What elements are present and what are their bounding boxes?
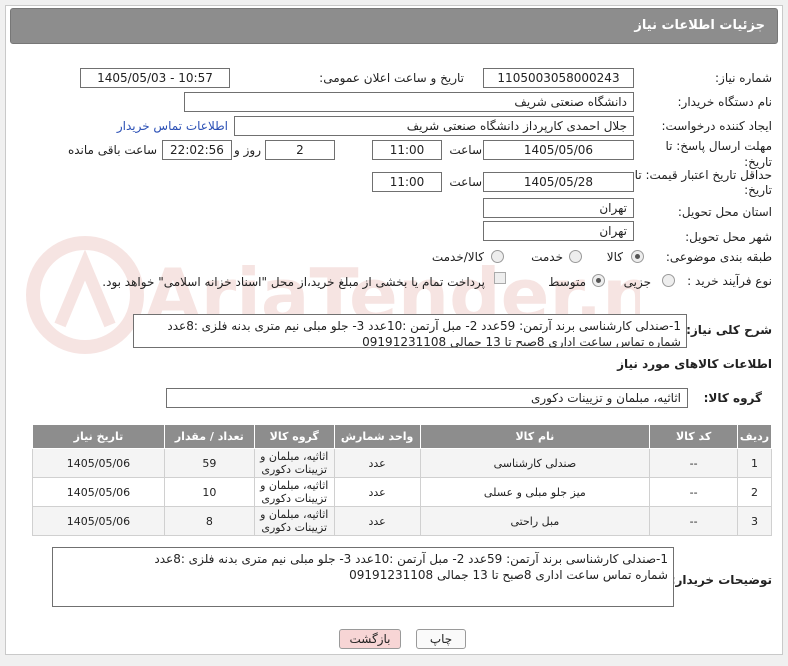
process-label: نوع فرآیند خرید : bbox=[687, 274, 772, 288]
validity-time-field[interactable]: 11:00 bbox=[372, 172, 442, 192]
table-row[interactable]: 3 -- مبل راحتی عدد اثاثیه، مبلمان و تزیی… bbox=[32, 506, 772, 536]
city-field[interactable]: تهران bbox=[483, 221, 634, 241]
category-radio-service[interactable] bbox=[569, 250, 582, 263]
remaining-label: ساعت باقی مانده bbox=[67, 143, 157, 157]
buyer-org-field[interactable]: دانشگاه صنعتی شریف bbox=[184, 92, 634, 112]
province-label: استان محل تحویل: bbox=[677, 205, 772, 219]
cell-date: 1405/05/06 bbox=[32, 506, 165, 536]
goods-section-title: اطلاعات کالاهای مورد نیاز bbox=[617, 357, 772, 371]
cell-row-number: 1 bbox=[737, 448, 772, 478]
category-option-service: خدمت bbox=[531, 250, 563, 264]
col-header-name: نام کالا bbox=[419, 424, 651, 449]
cell-row-number: 2 bbox=[737, 477, 772, 507]
category-label: طبقه بندی موضوعی: bbox=[665, 250, 772, 264]
col-header-group: گروه کالا bbox=[253, 424, 335, 449]
days-field[interactable]: 2 bbox=[265, 140, 335, 160]
validity-label: حداقل تاریخ اعتبار قیمت: تا تاریخ: bbox=[634, 168, 772, 197]
announce-label: تاریخ و ساعت اعلان عمومی: bbox=[319, 71, 464, 85]
announce-field[interactable]: 1405/05/03 - 10:57 bbox=[80, 68, 230, 88]
buyer-notes-line-2: شماره تماس ساعت اداری 8صبح تا 13 جمالی 0… bbox=[349, 568, 668, 582]
contact-info-link[interactable]: اطلاعات تماس خریدار bbox=[117, 119, 228, 133]
col-header-unit: واحد شمارش bbox=[333, 424, 421, 449]
table-header-row: ردیف کد کالا نام کالا واحد شمارش گروه کا… bbox=[32, 424, 772, 449]
process-option-minor: جزیی bbox=[623, 275, 651, 289]
process-option-medium: متوسط bbox=[548, 275, 586, 289]
cell-code: -- bbox=[649, 477, 739, 507]
remaining-time-field[interactable]: 22:02:56 bbox=[162, 140, 232, 160]
goods-group-label: گروه کالا: bbox=[703, 391, 762, 405]
items-table: ردیف کد کالا نام کالا واحد شمارش گروه کا… bbox=[32, 424, 772, 536]
cell-date: 1405/05/06 bbox=[32, 448, 165, 478]
page-title: جزئیات اطلاعات نیاز bbox=[634, 18, 765, 33]
cell-group: اثاثیه، مبلمان و تزیینات دکوری bbox=[253, 448, 335, 478]
description-label: شرح کلی نیاز: bbox=[686, 323, 772, 337]
buyer-notes-label: توضیحات خریدار: bbox=[670, 573, 772, 587]
buyer-notes-line-1: 1-صندلی کارشناسی برند آرتمن: 59عدد 2- مب… bbox=[154, 552, 668, 566]
days-label: روز و bbox=[234, 143, 261, 157]
cell-quantity: 10 bbox=[163, 477, 255, 507]
cell-unit: عدد bbox=[333, 477, 421, 507]
need-number-label: شماره نیاز: bbox=[715, 71, 772, 85]
cell-code: -- bbox=[649, 506, 739, 536]
cell-code: -- bbox=[649, 448, 739, 478]
cell-quantity: 59 bbox=[163, 448, 255, 478]
cell-name: مبل راحتی bbox=[419, 506, 651, 536]
cell-row-number: 3 bbox=[737, 506, 772, 536]
description-textarea[interactable]: 1-صندلی کارشناسی برند آرتمن: 59عدد 2- مب… bbox=[133, 314, 687, 348]
deadline-time-field[interactable]: 11:00 bbox=[372, 140, 442, 160]
cell-group: اثاثیه، مبلمان و تزیینات دکوری bbox=[253, 506, 335, 536]
page-header: جزئیات اطلاعات نیاز bbox=[10, 8, 778, 44]
cell-date: 1405/05/06 bbox=[32, 477, 165, 507]
category-radio-goods-service[interactable] bbox=[491, 250, 504, 263]
table-row[interactable]: 1 -- صندلی کارشناسی عدد اثاثیه، مبلمان و… bbox=[32, 448, 772, 478]
cell-unit: عدد bbox=[333, 448, 421, 478]
buyer-notes-textarea[interactable]: 1-صندلی کارشناسی برند آرتمن: 59عدد 2- مب… bbox=[52, 547, 674, 607]
cell-name: صندلی کارشناسی bbox=[419, 448, 651, 478]
table-row[interactable]: 2 -- میز جلو مبلی و عسلی عدد اثاثیه، مبل… bbox=[32, 477, 772, 507]
category-radio-goods[interactable] bbox=[631, 250, 644, 263]
col-header-date: تاریخ نیاز bbox=[32, 424, 165, 449]
province-field[interactable]: تهران bbox=[483, 198, 634, 218]
col-header-code: کد کالا bbox=[649, 424, 739, 449]
cell-name: میز جلو مبلی و عسلی bbox=[419, 477, 651, 507]
col-header-row-number: ردیف bbox=[737, 424, 772, 449]
treasury-checkbox[interactable] bbox=[494, 272, 506, 284]
description-line-1: 1-صندلی کارشناسی برند آرتمن: 59عدد 2- مب… bbox=[167, 319, 681, 333]
category-option-goods: کالا bbox=[606, 250, 623, 264]
deadline-time-label: ساعت bbox=[449, 143, 482, 157]
treasury-note: پرداخت تمام یا بخشی از مبلغ خرید،از محل … bbox=[102, 275, 485, 289]
requester-label: ایجاد کننده درخواست: bbox=[661, 119, 772, 133]
requester-field[interactable]: جلال احمدی کارپرداز دانشگاه صنعتی شریف bbox=[234, 116, 634, 136]
need-number-field[interactable]: 1105003058000243 bbox=[483, 68, 634, 88]
description-line-2: شماره تماس ساعت اداری 8صبح تا 13 جمالی 0… bbox=[362, 335, 681, 348]
city-label: شهر محل تحویل: bbox=[685, 230, 772, 244]
print-button[interactable]: چاپ bbox=[416, 629, 466, 649]
cell-group: اثاثیه، مبلمان و تزیینات دکوری bbox=[253, 477, 335, 507]
back-button[interactable]: بازگشت bbox=[339, 629, 401, 649]
deadline-date-field[interactable]: 1405/05/06 bbox=[483, 140, 634, 160]
cell-unit: عدد bbox=[333, 506, 421, 536]
validity-time-label: ساعت bbox=[449, 175, 482, 189]
cell-quantity: 8 bbox=[163, 506, 255, 536]
validity-date-field[interactable]: 1405/05/28 bbox=[483, 172, 634, 192]
process-radio-medium[interactable] bbox=[592, 274, 605, 287]
category-option-goods-service: کالا/خدمت bbox=[431, 250, 484, 264]
col-header-quantity: تعداد / مقدار bbox=[163, 424, 255, 449]
process-radio-minor[interactable] bbox=[662, 274, 675, 287]
buyer-org-label: نام دستگاه خریدار: bbox=[677, 95, 773, 109]
deadline-label: مهلت ارسال پاسخ: تا تاریخ: bbox=[665, 139, 772, 169]
goods-group-field[interactable]: اثاثیه، مبلمان و تزیینات دکوری bbox=[166, 388, 688, 408]
